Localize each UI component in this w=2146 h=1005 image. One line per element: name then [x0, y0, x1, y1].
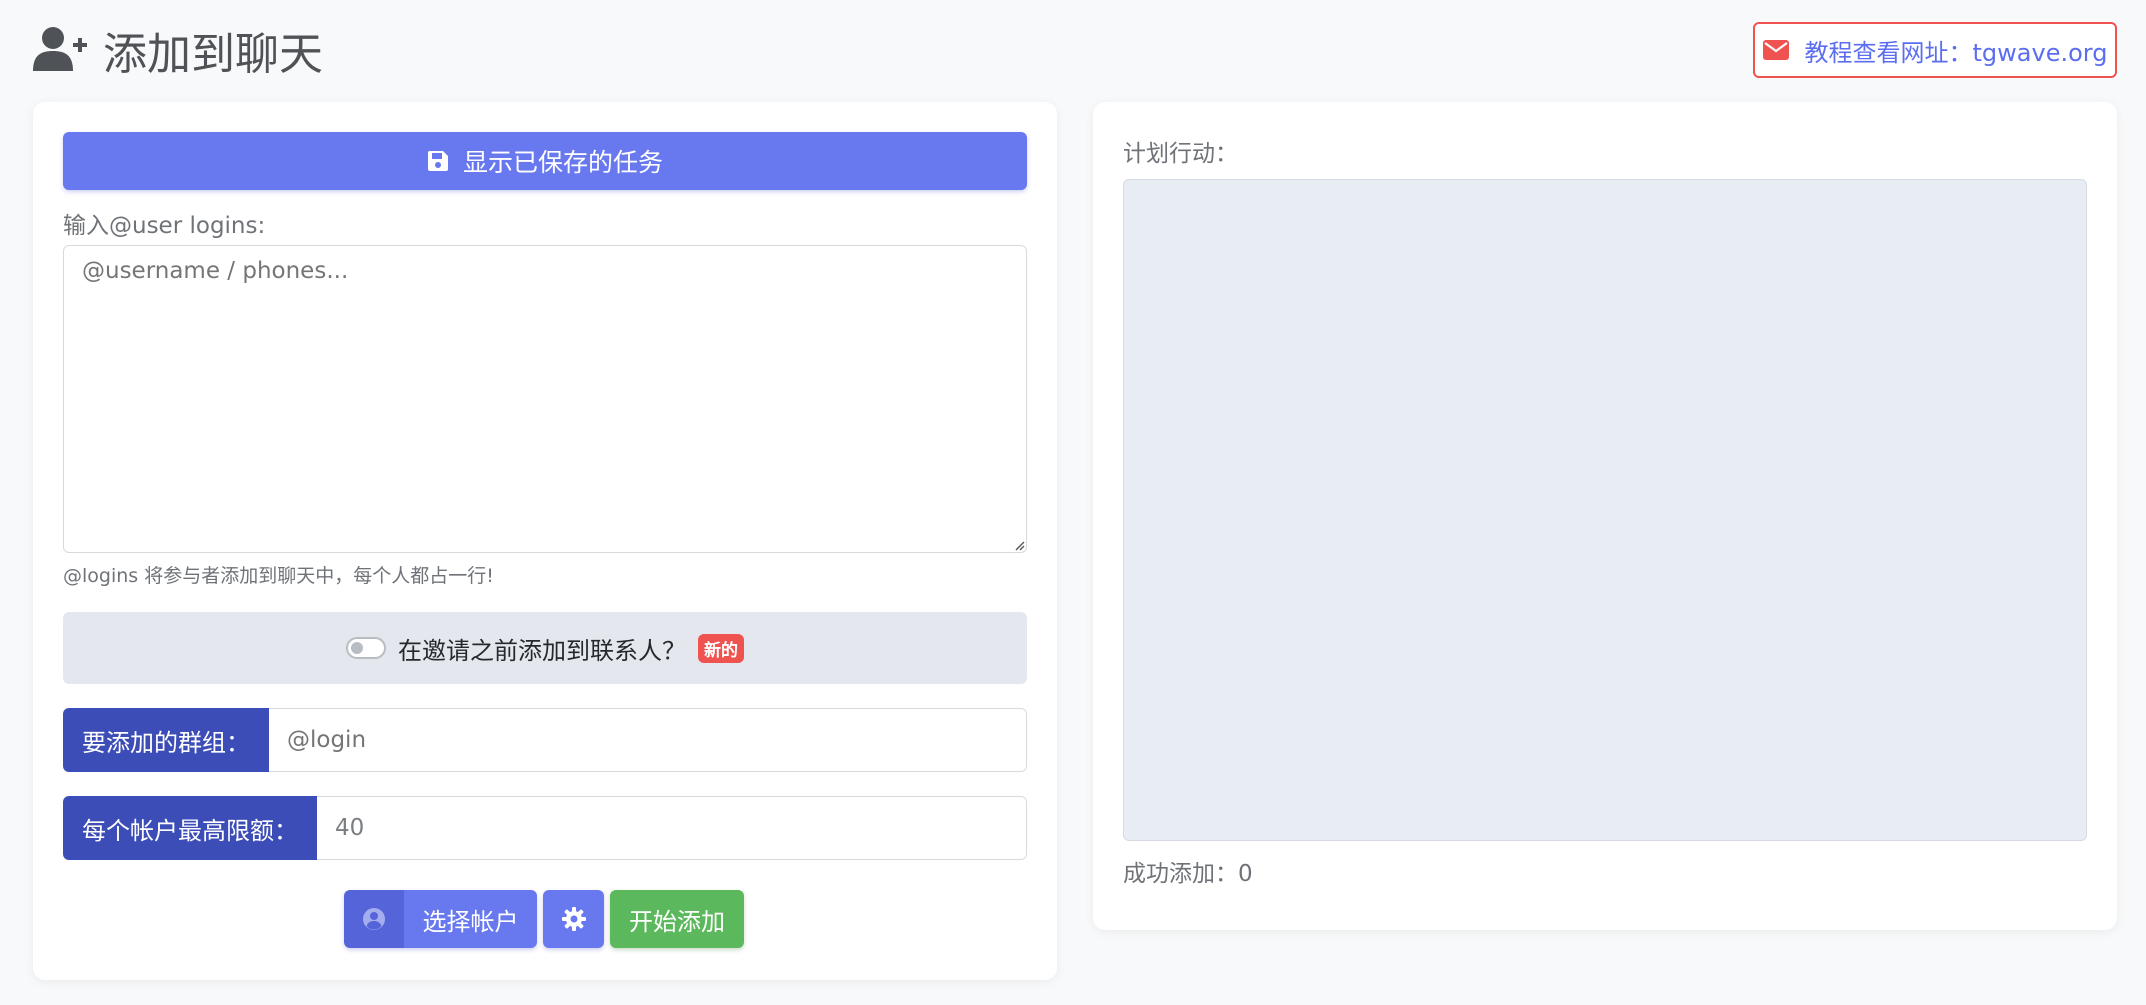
logins-hint: @logins 将参与者添加到聊天中，每个人都占一行! [63, 565, 494, 587]
limit-input[interactable] [317, 796, 1027, 860]
limit-label: 每个帐户最高限额： [63, 796, 317, 860]
logins-textarea[interactable] [63, 245, 1027, 553]
planned-actions-label: 计划行动： [1123, 141, 1238, 167]
show-saved-tasks-label: 显示已保存的任务 [462, 148, 663, 177]
envelope-icon [1762, 40, 1789, 60]
group-input-group: 要添加的群组： [63, 708, 1027, 772]
logins-label: 输入@user logins: [63, 213, 266, 239]
user-circle-icon [344, 890, 404, 948]
toggle-knob [351, 642, 363, 654]
gear-icon [561, 907, 586, 931]
page-title-text: 添加到聊天 [103, 29, 323, 80]
group-input[interactable] [269, 708, 1027, 772]
select-account-label: 选择帐户 [404, 890, 537, 948]
limit-input-group: 每个帐户最高限额： [63, 796, 1027, 860]
add-to-contacts-row: 在邀请之前添加到联系人？ 新的 [63, 612, 1027, 684]
add-to-contacts-toggle[interactable] [346, 637, 386, 659]
show-saved-tasks-button[interactable]: 显示已保存的任务 [63, 132, 1027, 190]
start-adding-button[interactable]: 开始添加 [610, 890, 744, 948]
action-buttons: 选择帐户 开始添加 [344, 890, 744, 948]
success-count: 0 [1238, 861, 1253, 887]
tutorial-link-text: 教程查看网址：tgwave.org [1804, 38, 2108, 67]
floppy-disk-icon [427, 151, 448, 171]
user-plus-icon [33, 27, 87, 71]
tutorial-link-button[interactable]: 教程查看网址：tgwave.org [1753, 22, 2117, 78]
new-badge: 新的 [698, 633, 744, 663]
group-label: 要添加的群组： [63, 708, 269, 772]
success-counter: 成功添加：0 [1123, 854, 1253, 888]
add-members-form-card: 显示已保存的任务 输入@user logins: @logins 将参与者添加到… [33, 102, 1057, 980]
page-title: 添加到聊天 [33, 18, 323, 82]
planned-actions-log [1123, 179, 2087, 841]
resize-grip-icon[interactable] [1011, 537, 1025, 551]
add-to-contacts-label: 在邀请之前添加到联系人？ [398, 636, 686, 665]
select-account-button[interactable]: 选择帐户 [344, 890, 537, 948]
planned-actions-card: 计划行动： 成功添加：0 [1093, 102, 2117, 930]
success-label: 成功添加： [1123, 861, 1238, 887]
settings-button[interactable] [543, 890, 604, 948]
